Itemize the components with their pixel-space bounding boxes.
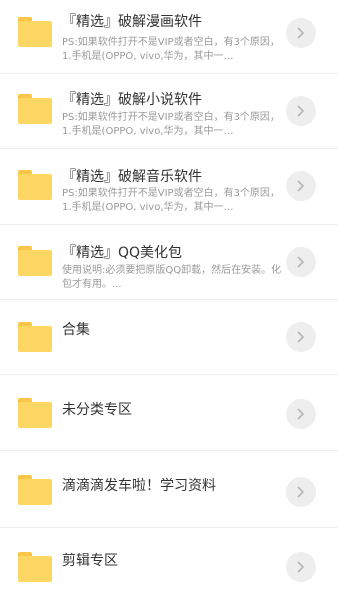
folder-icon xyxy=(18,475,52,505)
list-item[interactable]: 滴滴滴发车啦！学习资料 xyxy=(0,451,338,528)
folder-icon xyxy=(18,170,52,200)
folder-icon xyxy=(18,398,52,428)
chevron-right-icon[interactable] xyxy=(286,171,316,201)
folder-icon xyxy=(18,17,52,47)
list-item[interactable]: 『精选』QQ美化包 使用说明:必须要把原版QQ卸载，然后在安装。化包才有用。..… xyxy=(0,225,338,300)
item-title: 『精选』QQ美化包 xyxy=(62,245,183,261)
chevron-right-icon[interactable] xyxy=(286,96,316,126)
item-title: 剪辑专区 xyxy=(62,553,118,569)
folder-icon xyxy=(18,322,52,352)
list-item[interactable]: 『精选』破解小说软件 PS:如果软件打开不是VIP或者空白，有3个原因，1.手机… xyxy=(0,74,338,149)
item-title: 合集 xyxy=(62,322,90,338)
list-item[interactable]: 『精选』破解音乐软件 PS:如果软件打开不是VIP或者空白，有3个原因，1.手机… xyxy=(0,149,338,225)
chevron-right-icon[interactable] xyxy=(286,247,316,277)
item-description: PS:如果软件打开不是VIP或者空白，有3个原因，1.手机是(OPPO, viv… xyxy=(62,188,280,213)
folder-icon xyxy=(18,552,52,582)
item-description: PS:如果软件打开不是VIP或者空白，有3个原因，1.手机是(OPPO, viv… xyxy=(62,37,280,62)
chevron-right-icon[interactable] xyxy=(286,18,316,48)
folder-icon xyxy=(18,94,52,124)
list-item[interactable]: 合集 xyxy=(0,300,338,375)
chevron-right-icon[interactable] xyxy=(286,552,316,582)
item-title: 『精选』破解音乐软件 xyxy=(62,169,202,185)
list-item[interactable]: 『精选』破解漫画软件 PS:如果软件打开不是VIP或者空白，有3个原因，1.手机… xyxy=(0,0,338,74)
chevron-right-icon[interactable] xyxy=(286,477,316,507)
item-description: PS:如果软件打开不是VIP或者空白，有3个原因，1.手机是(OPPO, viv… xyxy=(62,112,280,137)
folder-list: 『精选』破解漫画软件 PS:如果软件打开不是VIP或者空白，有3个原因，1.手机… xyxy=(0,0,338,596)
folder-icon xyxy=(18,246,52,276)
chevron-right-icon[interactable] xyxy=(286,399,316,429)
chevron-right-icon[interactable] xyxy=(286,322,316,352)
list-item[interactable]: 未分类专区 xyxy=(0,375,338,451)
item-title: 滴滴滴发车啦！学习资料 xyxy=(62,478,216,494)
item-description: 使用说明:必须要把原版QQ卸载，然后在安装。化包才有用。... xyxy=(62,265,282,290)
item-title: 『精选』破解漫画软件 xyxy=(62,14,202,30)
item-title: 『精选』破解小说软件 xyxy=(62,92,202,108)
list-item[interactable]: 剪辑专区 xyxy=(0,528,338,596)
item-title: 未分类专区 xyxy=(62,402,132,418)
